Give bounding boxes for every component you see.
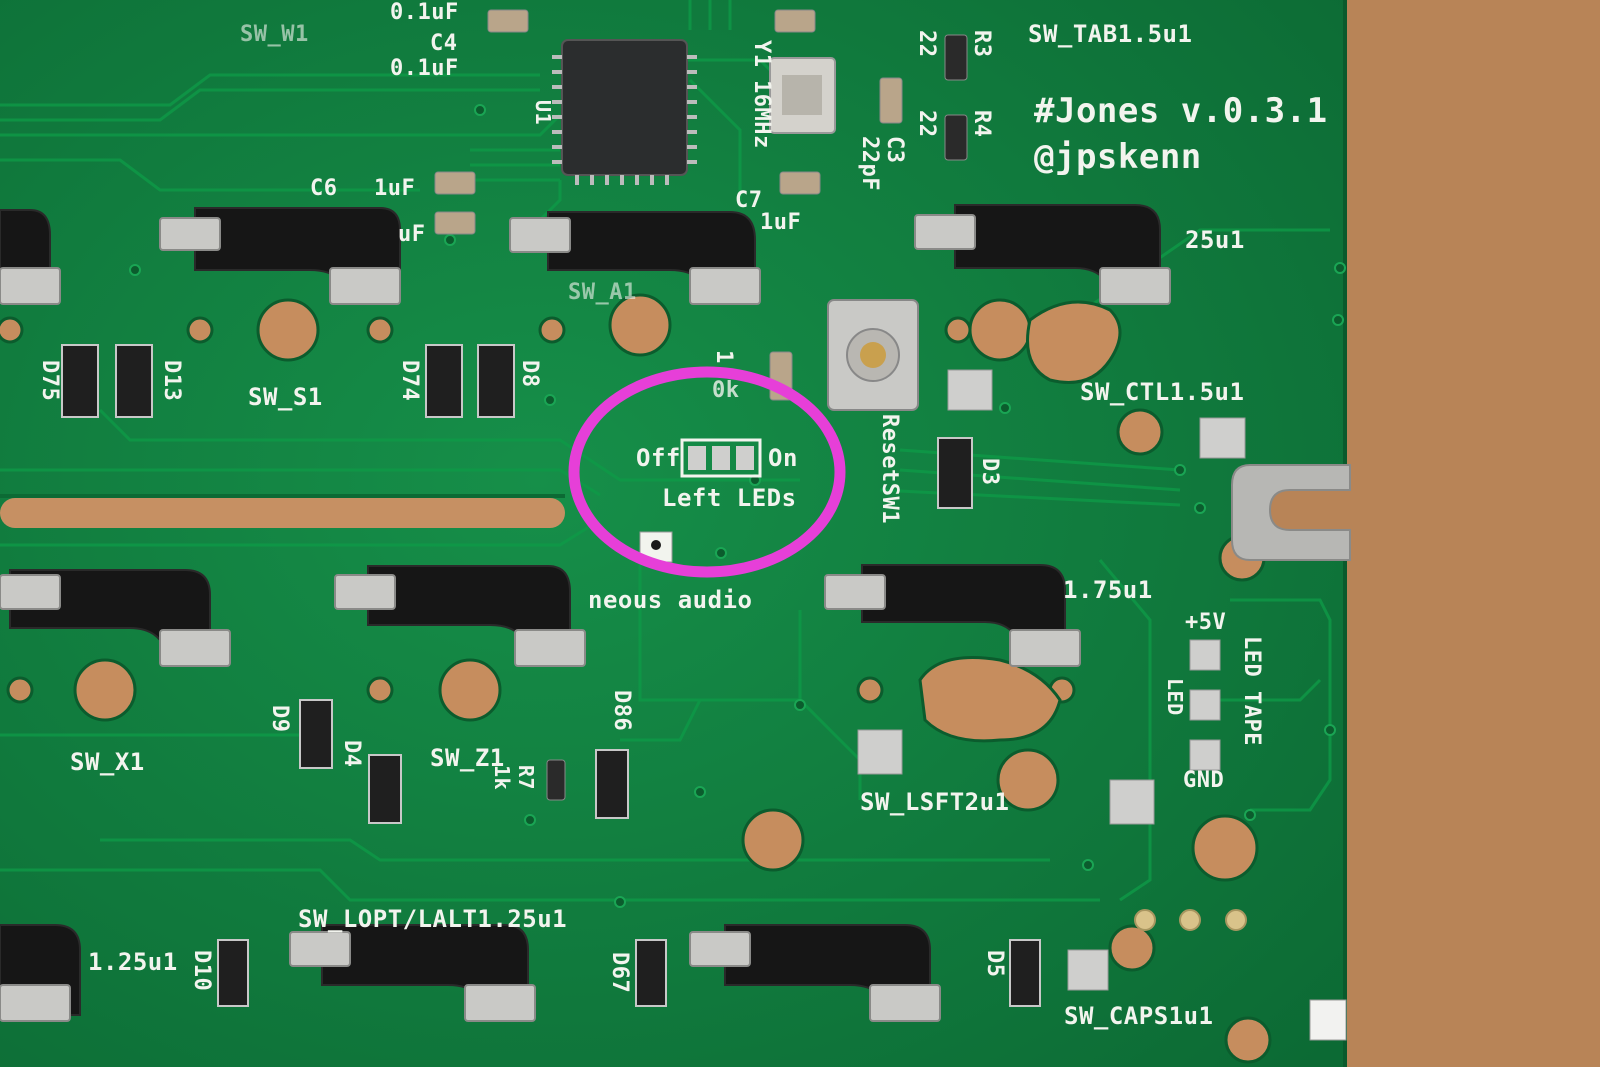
label-sw-lopt: SW_LOPT/LALT1.25u1: [298, 905, 568, 933]
led-switch-pad-3: [736, 446, 754, 470]
board-title: #Jones v.0.3.1: [1034, 91, 1328, 131]
label-c7: C7: [735, 188, 763, 213]
label-sw-x1: SW_X1: [70, 748, 145, 776]
label-r4-value: 22: [914, 110, 939, 138]
label-d86: D86: [609, 690, 634, 732]
board-author: @jpskenn: [1034, 137, 1202, 177]
label-audio: neous audio: [588, 586, 753, 614]
label-r3-value: 22: [914, 30, 939, 58]
label-d9: D9: [267, 705, 292, 733]
label-y1: Y1: [749, 40, 774, 68]
label-c3: C3: [882, 136, 907, 164]
label-r7: R7: [514, 765, 538, 791]
label-sw-175: 1.75u1: [1063, 576, 1153, 604]
label-r7-value: 1k: [490, 765, 514, 791]
label-sw-tab: SW_TAB1.5u1: [1028, 20, 1193, 48]
label-c7-value: 1uF: [760, 210, 802, 235]
label-led-tape: LED TAPE: [1239, 636, 1264, 746]
label-d13: D13: [159, 360, 184, 402]
label-sw-ctl: SW_CTL1.5u1: [1080, 378, 1245, 406]
through-holes: [1134, 909, 1247, 931]
label-sw-s1: SW_S1: [248, 383, 323, 411]
label-c5-value: uF: [398, 222, 426, 247]
led-switch-pad-2: [712, 446, 730, 470]
label-resistor-0k: 0k: [712, 378, 740, 403]
label-r4: R4: [969, 110, 994, 138]
label-d10: D10: [189, 950, 214, 992]
label-c3-value: 22pF: [857, 136, 882, 191]
label-resistor-1: 1: [711, 350, 736, 364]
pcb-photo: #Jones v.0.3.1 @jpskenn SW_TAB1.5u1 SW_A…: [0, 0, 1600, 1067]
label-sw-a1: SW_A1: [568, 280, 637, 305]
label-d3: D3: [977, 458, 1002, 486]
led-switch-on-label: On: [768, 444, 798, 472]
label-d8: D8: [517, 360, 542, 388]
label-reset-switch: ResetSW1: [877, 414, 902, 524]
label-d5: D5: [982, 950, 1007, 978]
label-y1-value: 16MHz: [749, 80, 774, 149]
label-d75: D75: [37, 360, 62, 402]
label-r3: R3: [969, 30, 994, 58]
board-slot: [0, 498, 565, 528]
mcu-chip: [561, 39, 688, 176]
led-switch-off-label: Off: [636, 444, 681, 472]
label-c6: C6: [310, 176, 338, 201]
label-sw-125-right: 25u1: [1185, 226, 1245, 254]
label-d67: D67: [607, 952, 632, 994]
pcb-board: [0, 0, 1600, 1067]
label-plus5v: +5V: [1185, 610, 1227, 635]
label-u1: U1: [531, 100, 555, 126]
label-sw-lsft: SW_LSFT2u1: [860, 788, 1010, 816]
label-d4: D4: [339, 740, 364, 768]
label-sw-125-left: 1.25u1: [88, 948, 178, 976]
label-c6-value: 1uF: [374, 176, 416, 201]
label-led: LED: [1163, 678, 1187, 716]
label-c4-value: 0.1uF: [390, 56, 459, 81]
label-gnd: GND: [1183, 768, 1225, 793]
led-switch-pad-1: [688, 446, 706, 470]
label-d74: D74: [397, 360, 422, 402]
led-switch-caption: Left LEDs: [662, 484, 797, 512]
label-c4-value-top: 0.1uF: [390, 0, 459, 25]
label-c4: C4: [430, 31, 458, 56]
label-sw-w1: SW_W1: [240, 22, 309, 47]
label-sw-caps: SW_CAPS1u1: [1064, 1002, 1214, 1030]
